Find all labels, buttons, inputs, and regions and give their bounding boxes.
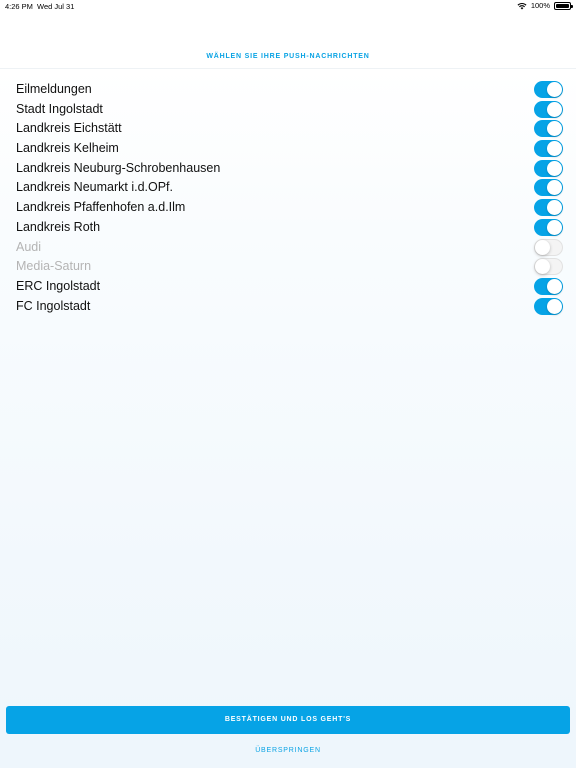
toggle-knob (547, 141, 562, 157)
confirm-button[interactable]: BESTÄTIGEN UND LOS GEHT'S (6, 706, 570, 734)
status-bar: 4:26 PM Wed Jul 31 100% (0, 0, 576, 14)
toggle-switch[interactable] (534, 218, 563, 236)
list-item: Eilmeldungen (0, 80, 576, 100)
battery-icon (554, 1, 573, 10)
toggle-switch[interactable] (534, 258, 563, 276)
toggle-knob (547, 101, 562, 117)
toggle-switch[interactable] (534, 100, 563, 118)
toggle-switch[interactable] (534, 120, 563, 138)
list-item: Landkreis Neuburg-Schrobenhausen (0, 159, 576, 179)
skip-link[interactable]: ÜBERSPRINGEN (0, 747, 576, 754)
list-item-label: ERC Ingolstadt (16, 278, 101, 293)
toggle-switch[interactable] (534, 297, 563, 315)
list-item-label: Audi (16, 239, 42, 254)
list-item-label: Eilmeldungen (16, 82, 92, 96)
status-indicators: 100% (517, 1, 573, 10)
toggle-switch[interactable] (534, 277, 563, 295)
list-item: Landkreis Neumarkt i.d.OPf. (0, 178, 576, 198)
toggle-knob (547, 219, 562, 235)
toggle-knob (547, 160, 562, 176)
toggle-switch[interactable] (534, 140, 563, 158)
list-item: Audi (0, 238, 576, 258)
list-item-label: Media-Saturn (16, 259, 92, 274)
wifi-icon (517, 2, 527, 10)
toggle-knob (547, 298, 562, 314)
list-item: Landkreis Pfaffenhofen a.d.Ilm (0, 198, 576, 218)
toggle-knob (547, 82, 562, 97)
list-item-label: Stadt Ingolstadt (16, 101, 103, 116)
toggle-switch[interactable] (534, 238, 563, 256)
list-item-label: Landkreis Roth (16, 219, 101, 234)
list-item: ERC Ingolstadt (0, 277, 576, 297)
toggle-knob (547, 278, 562, 294)
battery-percent: 100% (530, 1, 550, 10)
list-item-label: Landkreis Neumarkt i.d.OPf. (16, 180, 174, 195)
list-item: FC Ingolstadt (0, 297, 576, 317)
list-item-label: Landkreis Neuburg-Schrobenhausen (16, 160, 221, 175)
toggle-switch[interactable] (534, 81, 563, 98)
list-item-label: FC Ingolstadt (16, 298, 91, 313)
toggle-switch[interactable] (534, 179, 563, 197)
header-divider (0, 68, 576, 69)
toggle-knob (547, 200, 562, 216)
list-item: Media-Saturn (0, 257, 576, 277)
status-time: 4:26 PM (5, 2, 33, 11)
status-date: Wed Jul 31 (37, 2, 75, 11)
list-item: Landkreis Kelheim (0, 139, 576, 159)
notification-list: Eilmeldungen Stadt Ingolstadt Landkreis Ei… (0, 80, 576, 316)
list-item-label: Landkreis Pfaffenhofen a.d.Ilm (16, 200, 186, 215)
toggle-knob (535, 239, 550, 255)
list-item: Landkreis Eichstätt (0, 119, 576, 139)
page-title: WÄHLEN SIE IHRE PUSH-NACHRICHTEN (206, 53, 370, 60)
toggle-switch[interactable] (534, 159, 563, 177)
list-item: Stadt Ingolstadt (0, 100, 576, 120)
list-item: Landkreis Roth (0, 218, 576, 238)
list-item-label: Landkreis Eichstätt (16, 121, 122, 136)
list-item-label: Landkreis Kelheim (16, 141, 119, 156)
toggle-switch[interactable] (534, 199, 563, 217)
toggle-knob (535, 259, 550, 275)
toggle-knob (547, 180, 562, 196)
toggle-knob (547, 121, 562, 137)
